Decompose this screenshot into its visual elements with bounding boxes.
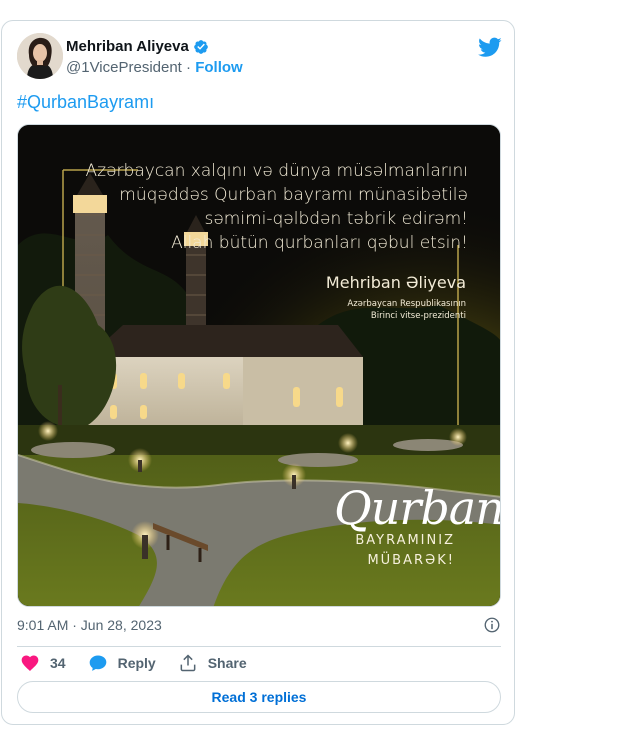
signer-title-line: Birinci vitse-prezidenti bbox=[370, 311, 466, 321]
info-icon[interactable] bbox=[483, 616, 501, 634]
hashtag-link[interactable]: #QurbanBayramı bbox=[17, 92, 154, 113]
tweet-timestamp[interactable]: 9:01 AM · Jun 28, 2023 bbox=[17, 617, 162, 633]
heart-icon bbox=[21, 655, 39, 671]
signer-title: Azərbaycan Respublikasının Birinci vitse… bbox=[326, 298, 466, 322]
author-handle[interactable]: @1VicePresident bbox=[66, 59, 182, 76]
greeting-line: müqəddəs Qurban bayramı münasibətilə bbox=[119, 185, 468, 205]
author-display-name[interactable]: Mehriban Aliyeva bbox=[66, 38, 189, 55]
qurban-script-title: Qurban bbox=[334, 481, 501, 535]
greeting-line: səmimi-qəlbdən təbrik edirəm! bbox=[204, 209, 468, 229]
mubarek-text: MÜBARƏK! bbox=[367, 553, 455, 568]
greeting-text: Azərbaycan xalqını və dünya müsəlmanları… bbox=[86, 159, 468, 255]
handle-separator: · bbox=[186, 59, 192, 76]
share-label: Share bbox=[207, 655, 247, 671]
author-name-row: Mehriban Aliyeva bbox=[66, 38, 209, 55]
signer-title-line: Azərbaycan Respublikasının bbox=[347, 299, 466, 309]
tweet-image[interactable]: Azərbaycan xalqını və dünya müsəlmanları… bbox=[17, 124, 501, 607]
divider bbox=[17, 646, 501, 647]
share-button[interactable]: Share bbox=[178, 653, 247, 673]
tweet-card: Mehriban Aliyeva @1VicePresident · Follo… bbox=[1, 20, 515, 725]
read-replies-button[interactable]: Read 3 replies bbox=[17, 681, 501, 713]
twitter-bird-icon[interactable] bbox=[478, 35, 502, 59]
tweet-actions: 34 Reply Share bbox=[20, 653, 269, 673]
share-icon bbox=[180, 654, 196, 672]
reply-button[interactable]: Reply bbox=[88, 653, 156, 673]
greeting-line: Allah bütün qurbanları qəbul etsin! bbox=[171, 233, 468, 253]
bayraminiz-text: BAYRAMINIZ bbox=[355, 533, 455, 548]
like-button[interactable]: 34 bbox=[20, 653, 66, 673]
follow-link[interactable]: Follow bbox=[195, 59, 243, 76]
avatar[interactable] bbox=[17, 33, 63, 79]
signer-name: Mehriban Əliyeva bbox=[325, 273, 466, 292]
reply-label: Reply bbox=[117, 655, 156, 671]
signer-block: Mehriban Əliyeva Azərbaycan Respublikası… bbox=[326, 273, 466, 322]
like-count: 34 bbox=[50, 655, 66, 671]
author-handle-row: @1VicePresident · Follow bbox=[66, 59, 243, 76]
tweet-meta-row: 9:01 AM · Jun 28, 2023 bbox=[17, 616, 501, 634]
reply-bubble-icon bbox=[89, 655, 106, 671]
verified-badge-icon bbox=[193, 39, 208, 54]
greeting-line: Azərbaycan xalqını və dünya müsəlmanları… bbox=[85, 161, 468, 181]
